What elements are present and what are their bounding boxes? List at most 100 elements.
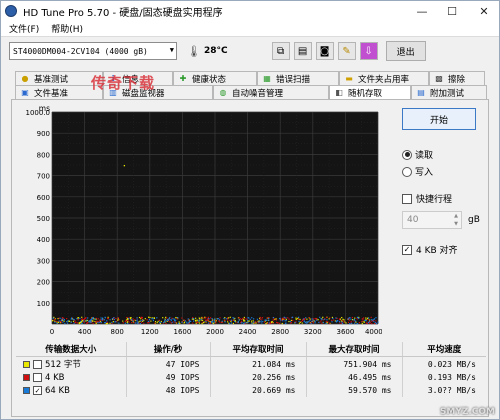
data-point — [314, 320, 316, 322]
data-point — [147, 322, 149, 324]
data-point — [131, 318, 133, 321]
data-point — [371, 322, 373, 325]
data-point — [244, 318, 246, 320]
data-point — [265, 319, 268, 321]
y-unit-label: ms — [39, 104, 50, 113]
data-point — [218, 321, 221, 323]
data-point — [304, 318, 306, 320]
data-point — [166, 320, 168, 322]
camera-icon[interactable]: ◙ — [315, 42, 334, 60]
tab-error-scan[interactable]: ▦ 错误扫描 — [257, 71, 339, 85]
data-point — [229, 316, 231, 318]
data-point — [309, 318, 311, 320]
extra-tests-icon: ▤ — [417, 88, 425, 97]
data-point — [106, 322, 108, 325]
data-point — [298, 320, 300, 323]
align-label: 4 KB 对齐 — [416, 246, 458, 256]
data-point — [127, 319, 129, 321]
menu-help[interactable]: 帮助(H) — [51, 22, 83, 35]
data-point — [250, 320, 253, 322]
data-point — [99, 319, 101, 321]
speed-cell: 0.193 MB/s — [427, 373, 476, 382]
data-point — [72, 320, 75, 322]
exit-button[interactable]: 退出 — [385, 41, 426, 61]
save-icon[interactable]: ⇩ — [359, 42, 378, 60]
data-point — [375, 317, 377, 319]
max-cell: 59.570 ms — [306, 384, 403, 397]
data-point — [183, 321, 186, 323]
data-point — [150, 320, 152, 322]
tab-erase[interactable]: ▩ 擦除 — [429, 71, 485, 85]
data-point — [105, 321, 107, 324]
tab-extra-tests[interactable]: ▤ 附加测试 — [411, 85, 487, 99]
data-point — [134, 322, 137, 324]
data-point — [164, 319, 166, 321]
data-point — [118, 322, 120, 324]
data-point — [279, 319, 282, 321]
row-checkbox[interactable] — [33, 360, 42, 369]
data-point — [139, 320, 141, 322]
tab-random-access[interactable]: ◧ 随机存取 — [329, 85, 411, 99]
data-point — [275, 319, 278, 321]
settings-icon[interactable]: ✎ — [337, 42, 356, 60]
data-point — [127, 322, 129, 325]
data-point — [139, 322, 141, 325]
data-point — [319, 321, 321, 323]
minimize-button[interactable]: — — [407, 1, 437, 21]
header-avg: 平均存取时间 — [210, 342, 307, 357]
data-point — [227, 319, 229, 321]
data-point — [162, 317, 164, 319]
drive-select[interactable]: ST4000DM004-2CV104 (4000 gB) ▼ — [9, 42, 177, 60]
data-point — [126, 316, 128, 319]
spinner-arrows-icon[interactable]: ▲ ▼ — [451, 212, 461, 228]
data-point — [298, 318, 300, 320]
maximize-button[interactable]: ☐ — [437, 1, 467, 21]
data-point — [276, 321, 278, 324]
copy-info-icon[interactable]: ▤ — [293, 42, 312, 60]
tab-noise-management[interactable]: ◍ 自动噪音管理 — [213, 85, 329, 99]
row-checkbox[interactable]: ✓ — [33, 385, 42, 395]
data-point — [85, 317, 87, 319]
data-point — [297, 316, 300, 318]
menu-file[interactable]: 文件(F) — [9, 22, 39, 35]
data-point — [66, 317, 68, 320]
data-point — [348, 319, 350, 321]
tab-file-benchmark[interactable]: ▣ 文件基准 — [15, 85, 103, 99]
data-point — [326, 319, 328, 321]
fast-checkbox[interactable]: 快捷行程 — [402, 192, 487, 205]
data-point — [136, 317, 138, 319]
data-point — [328, 322, 331, 325]
size-input[interactable]: 40 ▲ ▼ — [402, 211, 462, 229]
row-checkbox[interactable] — [33, 372, 42, 382]
data-point — [285, 322, 287, 324]
tab-health[interactable]: ✚ 健康状态 — [173, 71, 257, 85]
data-point — [315, 318, 317, 320]
data-point — [373, 320, 375, 323]
random-access-icon: ◧ — [335, 88, 343, 97]
align-checkbox[interactable]: ✓ 4 KB 对齐 — [402, 243, 487, 256]
tab-benchmark[interactable]: ● 基准测试 — [15, 71, 103, 85]
data-point — [318, 321, 320, 323]
data-point — [288, 318, 290, 320]
data-point — [201, 322, 203, 325]
data-point — [352, 319, 354, 321]
data-point — [205, 317, 207, 319]
read-radio[interactable]: 读取 — [402, 148, 487, 161]
data-point — [291, 316, 293, 319]
data-point — [229, 319, 231, 322]
start-button[interactable]: 开始 — [402, 108, 476, 130]
data-point — [338, 321, 341, 323]
data-point — [268, 317, 270, 320]
data-point — [96, 320, 98, 322]
copy-icon[interactable]: ⧉ — [271, 42, 290, 60]
data-point — [261, 317, 263, 319]
data-point — [324, 318, 326, 320]
data-point — [312, 319, 314, 321]
tab-folder-usage[interactable]: ▬ 文件夹占用率 — [339, 71, 429, 85]
write-radio[interactable]: 写入 — [402, 165, 487, 178]
data-point — [251, 317, 253, 319]
close-button[interactable]: ✕ — [467, 1, 499, 21]
data-point — [70, 321, 72, 323]
data-point — [277, 322, 279, 324]
header-speed: 平均速度 — [402, 342, 486, 357]
